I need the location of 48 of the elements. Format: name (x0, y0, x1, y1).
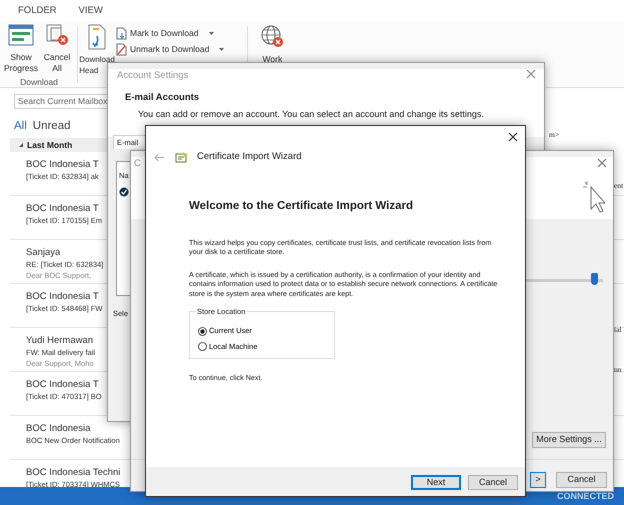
wizard-heading: Welcome to the Certificate Import Wizard (189, 199, 414, 214)
close-icon (508, 132, 518, 142)
back-arrow-icon (154, 152, 165, 162)
next-button[interactable]: Next (411, 475, 461, 490)
download-headers-button[interactable]: Download Head (80, 22, 114, 76)
ribbon-tab[interactable]: FOLDER (18, 4, 57, 18)
certificate-icon (175, 151, 189, 164)
slider-thumb[interactable] (590, 273, 598, 285)
description-text: You can add or remove an account. You can select an account and change its settings. (137, 108, 485, 121)
sender-name: Sanjaya (26, 246, 60, 260)
status-text: CONNECTED (556, 490, 614, 503)
collapse-icon (18, 142, 24, 148)
section-heading: E-mail Accounts (124, 91, 200, 106)
close-icon (526, 69, 536, 79)
cursor-sparkle-icon (583, 179, 605, 213)
show-progress-button[interactable]: Show Progress (3, 22, 39, 76)
sender-name: BOC Indonesia Techni (26, 466, 120, 480)
filter-tab[interactable]: Unread (32, 118, 76, 136)
sender-name: BOC Indonesia T (26, 290, 99, 304)
window-title: Account Settings (117, 69, 188, 83)
cancel-button[interactable]: Cancel (556, 472, 607, 488)
close-icon (597, 158, 607, 168)
group-label: Download (19, 76, 59, 89)
sender-name: BOC Indonesia T (26, 202, 99, 216)
window-title: Certificate Import Wizard (197, 150, 302, 164)
document-slash-icon (116, 42, 127, 56)
close-button[interactable] (508, 132, 518, 142)
cancel-all-button[interactable]: Cancel All (39, 22, 75, 76)
ribbon-tab[interactable]: VIEW (78, 4, 103, 18)
ribbon-small-button[interactable]: Unmark to Download (114, 41, 228, 57)
back-button[interactable] (154, 152, 165, 162)
group-header[interactable]: Last Month (10, 138, 110, 152)
window-title: C (134, 157, 141, 171)
sender-name: BOC Indonesia (26, 422, 90, 436)
check-circle-icon (119, 186, 129, 196)
sender-name: BOC Indonesia T (26, 378, 99, 392)
filter-tab[interactable]: All (14, 118, 33, 136)
caret-icon (208, 30, 215, 36)
sender-name: BOC Indonesia T (26, 158, 99, 172)
radio-icon[interactable] (198, 326, 207, 336)
sender-name: Yudi Hermawan (26, 334, 94, 348)
document-arrow-icon (116, 26, 127, 40)
ribbon-small-button[interactable]: Mark to Download (114, 25, 228, 41)
cancel-button[interactable]: Cancel (468, 475, 518, 490)
more-settings-button[interactable]: More Settings ... (532, 432, 606, 448)
radio-icon[interactable] (198, 342, 207, 351)
next-button[interactable]: > (530, 472, 546, 488)
caret-icon (218, 46, 226, 52)
